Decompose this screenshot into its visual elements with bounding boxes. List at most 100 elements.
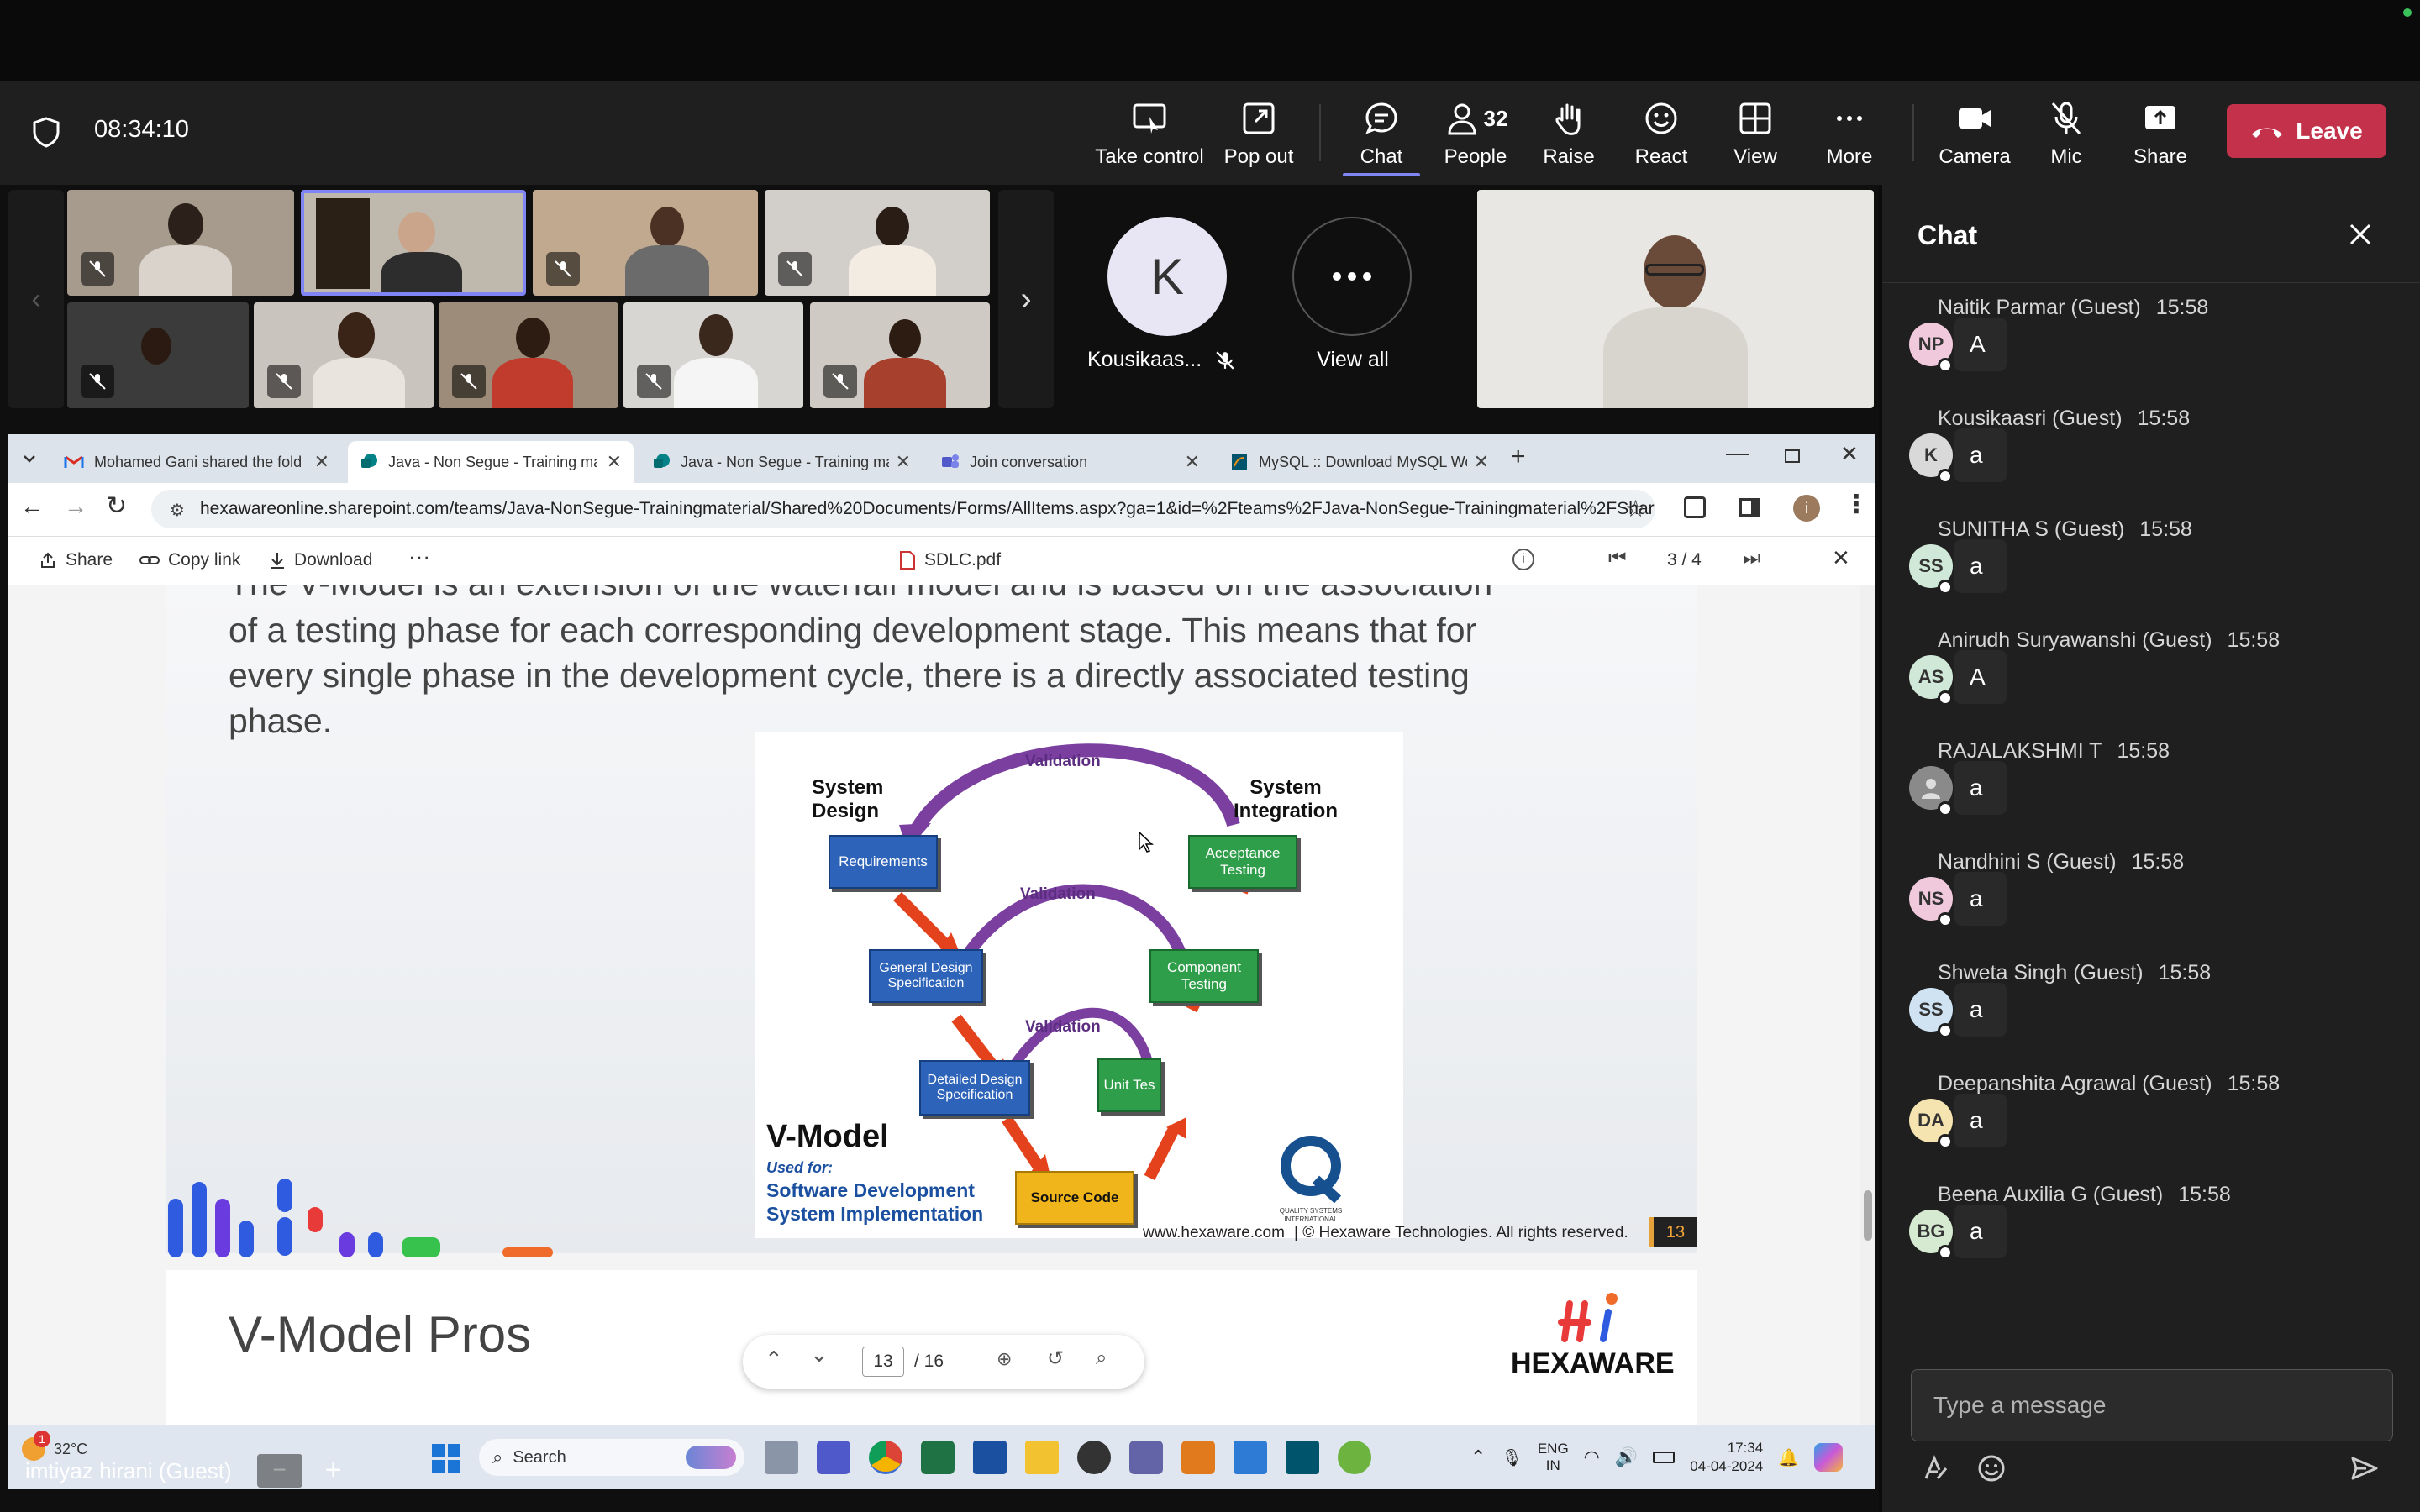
zoom-in-button[interactable]: +	[311, 1454, 356, 1488]
chat-message[interactable]: Deepanshita Agrawal (Guest) 15:58 a DA	[1907, 1072, 2378, 1164]
extensions-icon[interactable]	[1684, 496, 1706, 518]
participant-video[interactable]	[67, 302, 249, 408]
chat-message[interactable]: Kousikaasri (Guest) 15:58 a K	[1907, 407, 2378, 499]
language-indicator[interactable]: ENG IN	[1538, 1441, 1569, 1474]
gallery-prev-button[interactable]: ‹	[8, 190, 64, 408]
more-button[interactable]: More	[1812, 91, 1887, 178]
chat-message-bubble[interactable]: a	[1954, 1205, 2007, 1258]
participant-avatar-k[interactable]: K	[1107, 217, 1227, 336]
window-app-icon[interactable]	[973, 1441, 1007, 1474]
participant-video-active-speaker[interactable]	[301, 190, 526, 296]
taskbar-search[interactable]: ⌕ Search	[479, 1439, 744, 1476]
chat-message[interactable]: Shweta Singh (Guest) 15:58 a SS	[1907, 961, 2378, 1053]
raise-hand-button[interactable]: Raise	[1531, 91, 1607, 178]
viewer-more-button[interactable]: ···	[408, 543, 430, 570]
participant-video[interactable]	[67, 190, 294, 296]
close-window-button[interactable]: ✕	[1840, 441, 1859, 467]
view-all-button[interactable]	[1292, 217, 1412, 336]
spring-app-icon[interactable]	[1338, 1441, 1371, 1474]
tab-close-icon[interactable]: ✕	[1474, 451, 1489, 473]
browser-tab[interactable]: MySQL :: Download MySQL Wo ✕	[1218, 441, 1501, 483]
gallery-next-button[interactable]: ›	[998, 190, 1054, 408]
browser-tab-active[interactable]: Java - Non Segue - Training ma ✕	[348, 441, 634, 483]
document-scrollbar[interactable]	[1860, 585, 1876, 1425]
battery-icon[interactable]	[1653, 1452, 1676, 1463]
chat-message[interactable]: Beena Auxilia G (Guest) 15:58 a BG	[1907, 1183, 2378, 1275]
url-field[interactable]: ⚙ hexawareonline.sharepoint.com/teams/Ja…	[151, 490, 1655, 528]
excel-app-icon[interactable]	[921, 1441, 955, 1474]
back-button[interactable]: ←	[20, 493, 44, 520]
mysql-app-icon[interactable]	[1286, 1441, 1319, 1474]
chat-message-bubble[interactable]: a	[1954, 428, 2007, 482]
participant-video[interactable]	[810, 302, 990, 408]
view-button[interactable]: View	[1718, 91, 1793, 178]
chat-message[interactable]: RAJALAKSHMI T 15:58 a	[1907, 739, 2378, 832]
task-view-icon[interactable]	[765, 1441, 798, 1474]
chrome-app-icon[interactable]	[869, 1441, 902, 1474]
tab-close-icon[interactable]: ✕	[607, 451, 622, 473]
send-button[interactable]	[2349, 1453, 2380, 1488]
zoom-out-button[interactable]: −	[256, 1454, 302, 1488]
tab-close-icon[interactable]: ✕	[896, 451, 911, 473]
browser-tab[interactable]: Java - Non Segue - Training ma ✕	[640, 441, 923, 483]
participant-video[interactable]	[439, 302, 618, 408]
people-button[interactable]: 32 People	[1435, 91, 1516, 178]
close-chat-button[interactable]	[2346, 220, 2375, 249]
prev-page-button[interactable]: ⌃	[765, 1347, 783, 1373]
app-icon[interactable]	[1181, 1441, 1215, 1474]
microphone-icon[interactable]: 🎙	[1501, 1447, 1522, 1468]
notifications-icon[interactable]: 🔔	[1778, 1447, 1799, 1468]
side-panel-icon[interactable]	[1739, 498, 1760, 517]
last-page-button[interactable]: ⏭	[1743, 547, 1761, 570]
tab-close-icon[interactable]: ✕	[1185, 451, 1200, 473]
chat-message-bubble[interactable]: a	[1954, 872, 2007, 926]
camera-button[interactable]: Camera	[1933, 91, 2017, 178]
chat-message-bubble[interactable]: a	[1954, 983, 2007, 1037]
chat-message-bubble[interactable]: a	[1954, 539, 2007, 593]
tab-search-button[interactable]	[17, 446, 42, 471]
mic-button[interactable]: Mic	[2028, 91, 2104, 178]
download-button[interactable]: Download	[269, 550, 372, 570]
rotate-button[interactable]: ↺	[1047, 1347, 1064, 1371]
bookmark-star-icon[interactable]: ☆	[1625, 495, 1646, 522]
chat-message[interactable]: Naitik Parmar (Guest) 15:58 A NP	[1907, 296, 2378, 388]
chat-message-bubble[interactable]: A	[1954, 318, 2007, 371]
next-page-button[interactable]: ⌄	[810, 1341, 829, 1368]
chat-message-bubble[interactable]: A	[1954, 650, 2007, 704]
format-button[interactable]	[1921, 1453, 1951, 1488]
search-doc-button[interactable]: ⌕	[1096, 1347, 1107, 1370]
reload-button[interactable]: ↻	[106, 491, 127, 521]
new-tab-button[interactable]: +	[1511, 443, 1526, 471]
share-screen-button[interactable]: Share	[2123, 91, 2198, 178]
profile-avatar[interactable]: i	[1793, 495, 1820, 522]
forward-button[interactable]: →	[64, 493, 87, 520]
first-page-button[interactable]: ⏮	[1608, 547, 1627, 570]
page-number-input[interactable]: 13	[862, 1347, 904, 1377]
chevron-up-icon[interactable]: ⌃	[1470, 1446, 1486, 1468]
participant-video[interactable]	[254, 302, 434, 408]
emoji-button[interactable]	[1976, 1453, 2007, 1488]
participant-video[interactable]	[533, 190, 758, 296]
tab-close-icon[interactable]: ✕	[314, 451, 329, 473]
minimize-button[interactable]: —	[1726, 439, 1749, 466]
scrollbar-thumb[interactable]	[1864, 1190, 1872, 1241]
pop-out-button[interactable]: Pop out	[1215, 91, 1302, 178]
browser-tab[interactable]: Mohamed Gani shared the fold ✕	[52, 441, 341, 483]
chat-message[interactable]: SUNITHA S (Guest) 15:58 a SS	[1907, 517, 2378, 610]
zoom-in-button[interactable]: ⊕	[997, 1348, 1012, 1370]
chat-message[interactable]: Anirudh Suryawanshi (Guest) 15:58 A AS	[1907, 628, 2378, 721]
participant-video[interactable]	[765, 190, 990, 296]
copilot-icon[interactable]	[1814, 1443, 1844, 1472]
volume-icon[interactable]: 🔊	[1615, 1446, 1638, 1468]
obs-app-icon[interactable]	[1077, 1441, 1111, 1474]
self-video[interactable]	[1477, 190, 1874, 408]
clock[interactable]: 17:34 04-04-2024	[1690, 1439, 1763, 1476]
chat-button[interactable]: Chat	[1339, 91, 1423, 178]
chat-message[interactable]: Nandhini S (Guest) 15:58 a NS	[1907, 850, 2378, 942]
teams-app-icon[interactable]	[817, 1441, 850, 1474]
message-input[interactable]: Type a message	[1911, 1369, 2393, 1441]
chat-message-bubble[interactable]: a	[1954, 1094, 2007, 1147]
chat-message-bubble[interactable]: a	[1954, 761, 2007, 815]
browser-tab[interactable]: Join conversation ✕	[929, 441, 1212, 483]
participant-video[interactable]	[623, 302, 803, 408]
